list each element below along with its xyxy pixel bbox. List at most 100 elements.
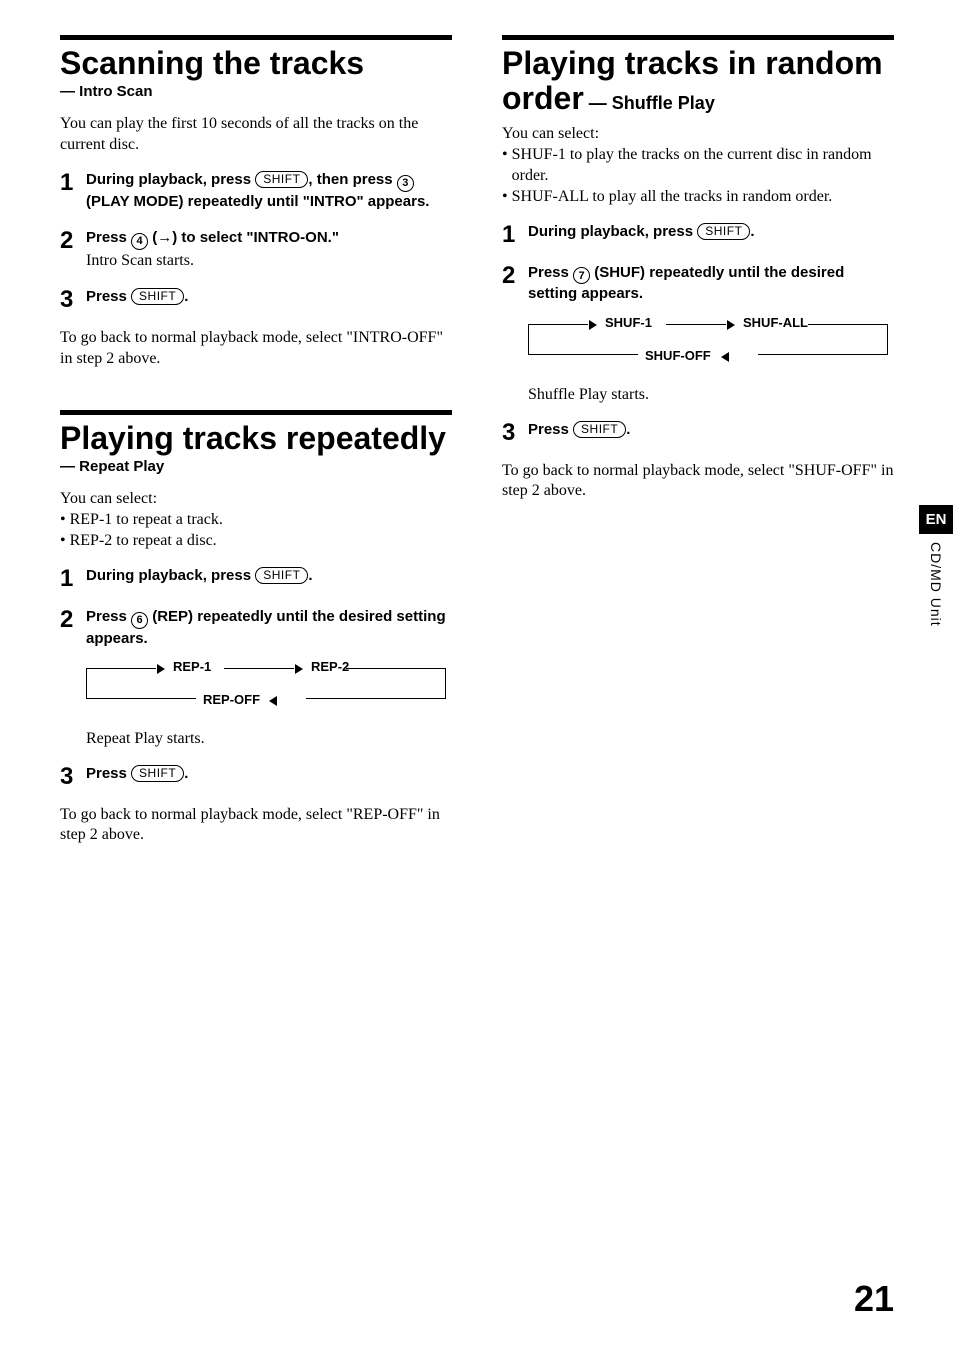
arrow-right-icon xyxy=(589,318,597,333)
list-item: REP-2 to repeat a disc. xyxy=(60,531,452,552)
bullet-text: SHUF-ALL to play all the tracks in rando… xyxy=(512,187,833,208)
list-item: SHUF-1 to play the tracks on the current… xyxy=(502,145,894,187)
list-item: REP-1 to repeat a track. xyxy=(60,510,452,531)
repeat-bullets: REP-1 to repeat a track. REP-2 to repeat… xyxy=(60,510,452,552)
text: (→) to select "INTRO-ON." xyxy=(148,229,339,246)
list-item: SHUF-ALL to play all the tracks in rando… xyxy=(502,187,894,208)
section-tab-label: CD/MD Unit xyxy=(928,534,944,627)
section-rule xyxy=(502,35,894,40)
button-4-icon: 4 xyxy=(131,233,148,250)
page-columns: Scanning the tracks — Intro Scan You can… xyxy=(60,35,894,886)
shuffle-step-2: 2 Press 7 (SHUF) repeatedly until the de… xyxy=(502,263,894,305)
section-scanning: Scanning the tracks — Intro Scan You can… xyxy=(60,35,452,370)
text: , then press xyxy=(308,171,396,188)
repeat-step2-result: Repeat Play starts. xyxy=(60,729,452,750)
repeat-step-1: 1 During playback, press SHIFT. xyxy=(60,566,452,591)
arrow-right-icon xyxy=(727,318,735,333)
text: . xyxy=(308,567,312,584)
shuffle-step-1: 1 During playback, press SHIFT. xyxy=(502,222,894,247)
step-number: 3 xyxy=(502,420,528,445)
repeat-step-3: 3 Press SHIFT. xyxy=(60,764,452,789)
scan-outro: To go back to normal playback mode, sele… xyxy=(60,328,452,370)
shift-button-label: SHIFT xyxy=(573,421,626,438)
section-title-repeat: Playing tracks repeatedly xyxy=(60,421,452,456)
right-column: Playing tracks in random order — Shuffle… xyxy=(502,35,894,886)
button-3-icon: 3 xyxy=(397,175,414,192)
shuffle-intro: You can select: xyxy=(502,124,894,145)
shift-button-label: SHIFT xyxy=(255,171,308,188)
side-tab: EN CD/MD Unit xyxy=(918,505,954,627)
left-column: Scanning the tracks — Intro Scan You can… xyxy=(60,35,452,886)
repeat-outro: To go back to normal playback mode, sele… xyxy=(60,805,452,847)
step-number: 1 xyxy=(60,170,86,195)
step-body: Press 6 (REP) repeatedly until the desir… xyxy=(86,607,452,649)
text: . xyxy=(184,765,188,782)
text: Press xyxy=(86,288,131,305)
step-body: Press 7 (SHUF) repeatedly until the desi… xyxy=(528,263,894,305)
text: Press xyxy=(86,765,131,782)
step-number: 2 xyxy=(60,228,86,253)
step-body: Press 4 (→) to select "INTRO-ON." Intro … xyxy=(86,228,452,272)
section-shuffle: Playing tracks in random order — Shuffle… xyxy=(502,35,894,502)
shuffle-step2-result: Shuffle Play starts. xyxy=(502,385,894,406)
section-rule xyxy=(60,35,452,40)
step-number: 1 xyxy=(60,566,86,591)
text: . xyxy=(626,421,630,438)
arrow-right-icon xyxy=(295,662,303,677)
shift-button-label: SHIFT xyxy=(255,567,308,584)
frame-line xyxy=(808,324,888,344)
section-subtitle-repeat: — Repeat Play xyxy=(60,458,452,475)
button-6-icon: 6 xyxy=(131,612,148,629)
text: During playback, press xyxy=(528,223,697,240)
arrow-left-icon xyxy=(269,694,277,709)
text: Press xyxy=(528,264,573,281)
frame-line xyxy=(86,688,196,699)
frame-line xyxy=(346,668,446,688)
shuffle-step-3: 3 Press SHIFT. xyxy=(502,420,894,445)
frame-line xyxy=(758,344,888,355)
step-body: Press SHIFT. xyxy=(86,287,452,307)
shuffle-cycle-diagram: SHUF-1 SHUF-ALL SHUF-OFF xyxy=(528,315,888,369)
frame-line xyxy=(86,668,156,688)
cycle-label: SHUF-ALL xyxy=(743,315,808,330)
scan-step-1: 1 During playback, press SHIFT, then pre… xyxy=(60,170,452,212)
text: (PLAY MODE) repeatedly until "INTRO" app… xyxy=(86,193,429,210)
bullet-text: REP-1 to repeat a track. xyxy=(70,510,223,531)
language-badge: EN xyxy=(919,505,953,534)
cycle-label: REP-2 xyxy=(311,659,349,674)
frame-line xyxy=(306,688,446,699)
section-title-shuffle: Playing tracks in random order — Shuffle… xyxy=(502,46,894,116)
cycle-label: SHUF-1 xyxy=(605,315,652,330)
step-number: 3 xyxy=(60,764,86,789)
arrow-right-icon xyxy=(157,662,165,677)
arrow-left-icon xyxy=(721,350,729,365)
scan-step-2: 2 Press 4 (→) to select "INTRO-ON." Intr… xyxy=(60,228,452,272)
step-number: 2 xyxy=(60,607,86,632)
bullet-text: SHUF-1 to play the tracks on the current… xyxy=(512,145,894,187)
cycle-label: REP-1 xyxy=(173,659,211,674)
shift-button-label: SHIFT xyxy=(131,288,184,305)
repeat-cycle-diagram: REP-1 REP-2 REP-OFF xyxy=(86,659,446,713)
shuffle-bullets: SHUF-1 to play the tracks on the current… xyxy=(502,145,894,207)
text: Press xyxy=(528,421,573,438)
step-number: 1 xyxy=(502,222,528,247)
frame-line xyxy=(224,668,294,670)
step-result: Intro Scan starts. xyxy=(86,250,452,272)
page-number: 21 xyxy=(854,1278,894,1320)
text: . xyxy=(184,288,188,305)
frame-line xyxy=(666,324,726,326)
cycle-label: REP-OFF xyxy=(203,692,260,707)
text: Press xyxy=(86,229,131,246)
frame-line xyxy=(528,324,588,344)
scan-intro: You can play the first 10 seconds of all… xyxy=(60,114,452,156)
step-body: During playback, press SHIFT, then press… xyxy=(86,170,452,212)
scan-step-3: 3 Press SHIFT. xyxy=(60,287,452,312)
text: Press xyxy=(86,608,131,625)
section-title-scan: Scanning the tracks xyxy=(60,46,452,81)
shuffle-outro: To go back to normal playback mode, sele… xyxy=(502,461,894,503)
section-repeat: Playing tracks repeatedly — Repeat Play … xyxy=(60,410,452,846)
step-number: 3 xyxy=(60,287,86,312)
repeat-intro: You can select: xyxy=(60,489,452,510)
section-rule xyxy=(60,410,452,415)
step-body: During playback, press SHIFT. xyxy=(528,222,894,242)
